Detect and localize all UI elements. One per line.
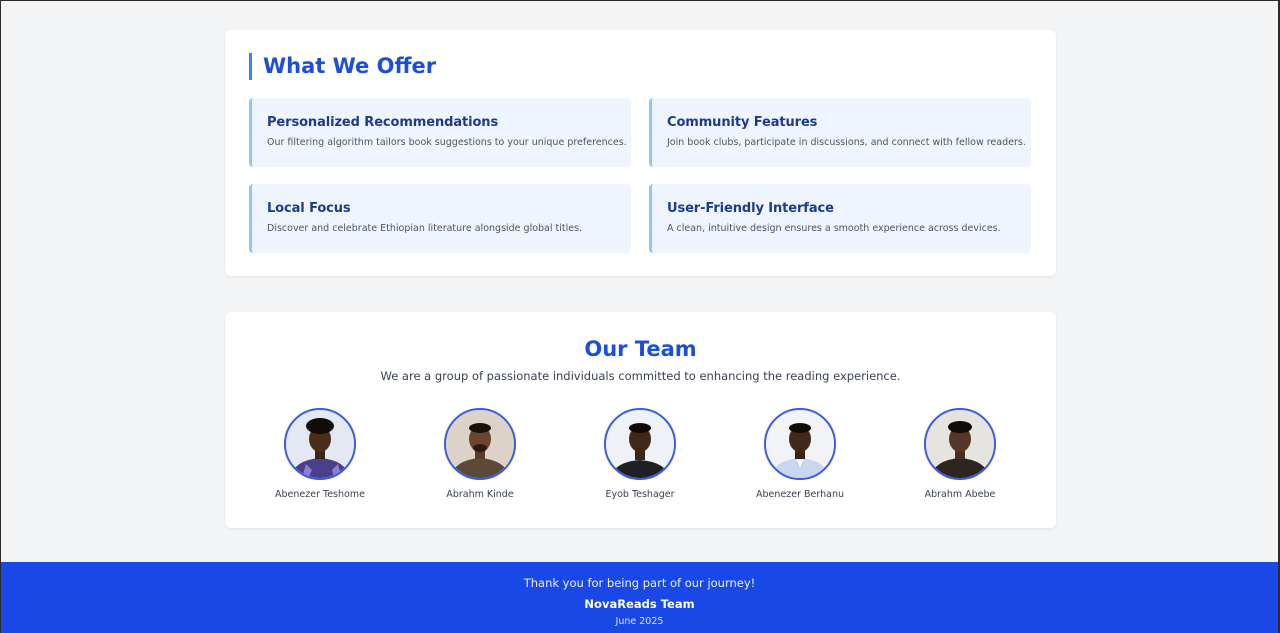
member-name: Abrahm Kinde bbox=[446, 489, 514, 500]
member-name: Abenezer Teshome bbox=[275, 489, 365, 500]
avatar bbox=[764, 408, 836, 480]
feature-card-local-focus: Local Focus Discover and celebrate Ethio… bbox=[249, 184, 631, 253]
feature-description: A clean, intuitive design ensures a smoo… bbox=[667, 223, 1001, 234]
feature-title: Personalized Recommendations bbox=[267, 115, 499, 130]
profile-photo-icon bbox=[446, 410, 514, 478]
avatar bbox=[924, 408, 996, 480]
profile-photo-icon bbox=[606, 410, 674, 478]
team-member: Abenezer Teshome bbox=[240, 408, 400, 501]
avatar bbox=[444, 408, 516, 480]
team-member: Eyob Teshager bbox=[560, 408, 720, 501]
feature-title: Local Focus bbox=[267, 201, 351, 216]
footer-thanks: Thank you for being part of our journey! bbox=[523, 576, 756, 590]
feature-description: Discover and celebrate Ethiopian literat… bbox=[267, 223, 583, 234]
footer-date: June 2025 bbox=[615, 616, 664, 627]
feature-card-community: Community Features Join book clubs, part… bbox=[649, 98, 1031, 167]
footer-team-name: NovaReads Team bbox=[584, 597, 695, 611]
footer: Thank you for being part of our journey!… bbox=[1, 562, 1278, 633]
team-member: Abrahm Abebe bbox=[880, 408, 1040, 501]
avatar bbox=[604, 408, 676, 480]
offer-title: What We Offer bbox=[249, 53, 436, 80]
feature-card-interface: User-Friendly Interface A clean, intuiti… bbox=[649, 184, 1031, 253]
avatar bbox=[284, 408, 356, 480]
profile-photo-icon bbox=[286, 410, 354, 478]
feature-description: Join book clubs, participate in discussi… bbox=[667, 137, 1026, 148]
page: What We Offer Personalized Recommendatio… bbox=[0, 0, 1280, 633]
profile-photo-icon bbox=[766, 410, 834, 478]
feature-title: User-Friendly Interface bbox=[667, 201, 834, 216]
member-name: Eyob Teshager bbox=[605, 489, 675, 500]
team-title: Our Team bbox=[584, 337, 697, 361]
team-section: Our Team We are a group of passionate in… bbox=[225, 312, 1056, 528]
team-subtitle: We are a group of passionate individuals… bbox=[380, 369, 901, 383]
profile-photo-icon bbox=[926, 410, 994, 478]
feature-card-recommendations: Personalized Recommendations Our filteri… bbox=[249, 98, 631, 167]
team-member: Abrahm Kinde bbox=[400, 408, 560, 501]
feature-description: Our filtering algorithm tailors book sug… bbox=[267, 137, 627, 148]
offer-section: What We Offer Personalized Recommendatio… bbox=[225, 30, 1056, 276]
member-name: Abrahm Abebe bbox=[924, 489, 996, 500]
feature-title: Community Features bbox=[667, 115, 818, 130]
team-member: Abenezer Berhanu bbox=[720, 408, 880, 501]
member-name: Abenezer Berhanu bbox=[756, 489, 844, 500]
